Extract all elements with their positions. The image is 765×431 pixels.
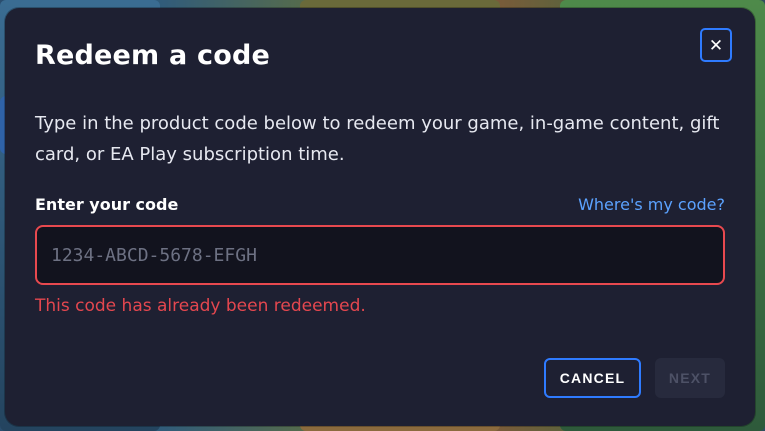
redeem-code-dialog: Redeem a code ✕ Type in the product code…	[5, 8, 755, 426]
dialog-description: Type in the product code below to redeem…	[35, 113, 720, 165]
wheres-my-code-link[interactable]: Where's my code?	[578, 195, 725, 214]
next-button[interactable]: NEXT	[655, 358, 725, 398]
dialog-title: Redeem a code	[35, 40, 271, 71]
close-icon: ✕	[708, 36, 724, 55]
code-input[interactable]	[35, 225, 725, 285]
error-message: This code has already been redeemed.	[35, 296, 366, 316]
code-field-label: Enter your code	[35, 195, 179, 214]
close-button[interactable]: ✕	[700, 28, 732, 62]
cancel-button[interactable]: CANCEL	[544, 358, 641, 398]
